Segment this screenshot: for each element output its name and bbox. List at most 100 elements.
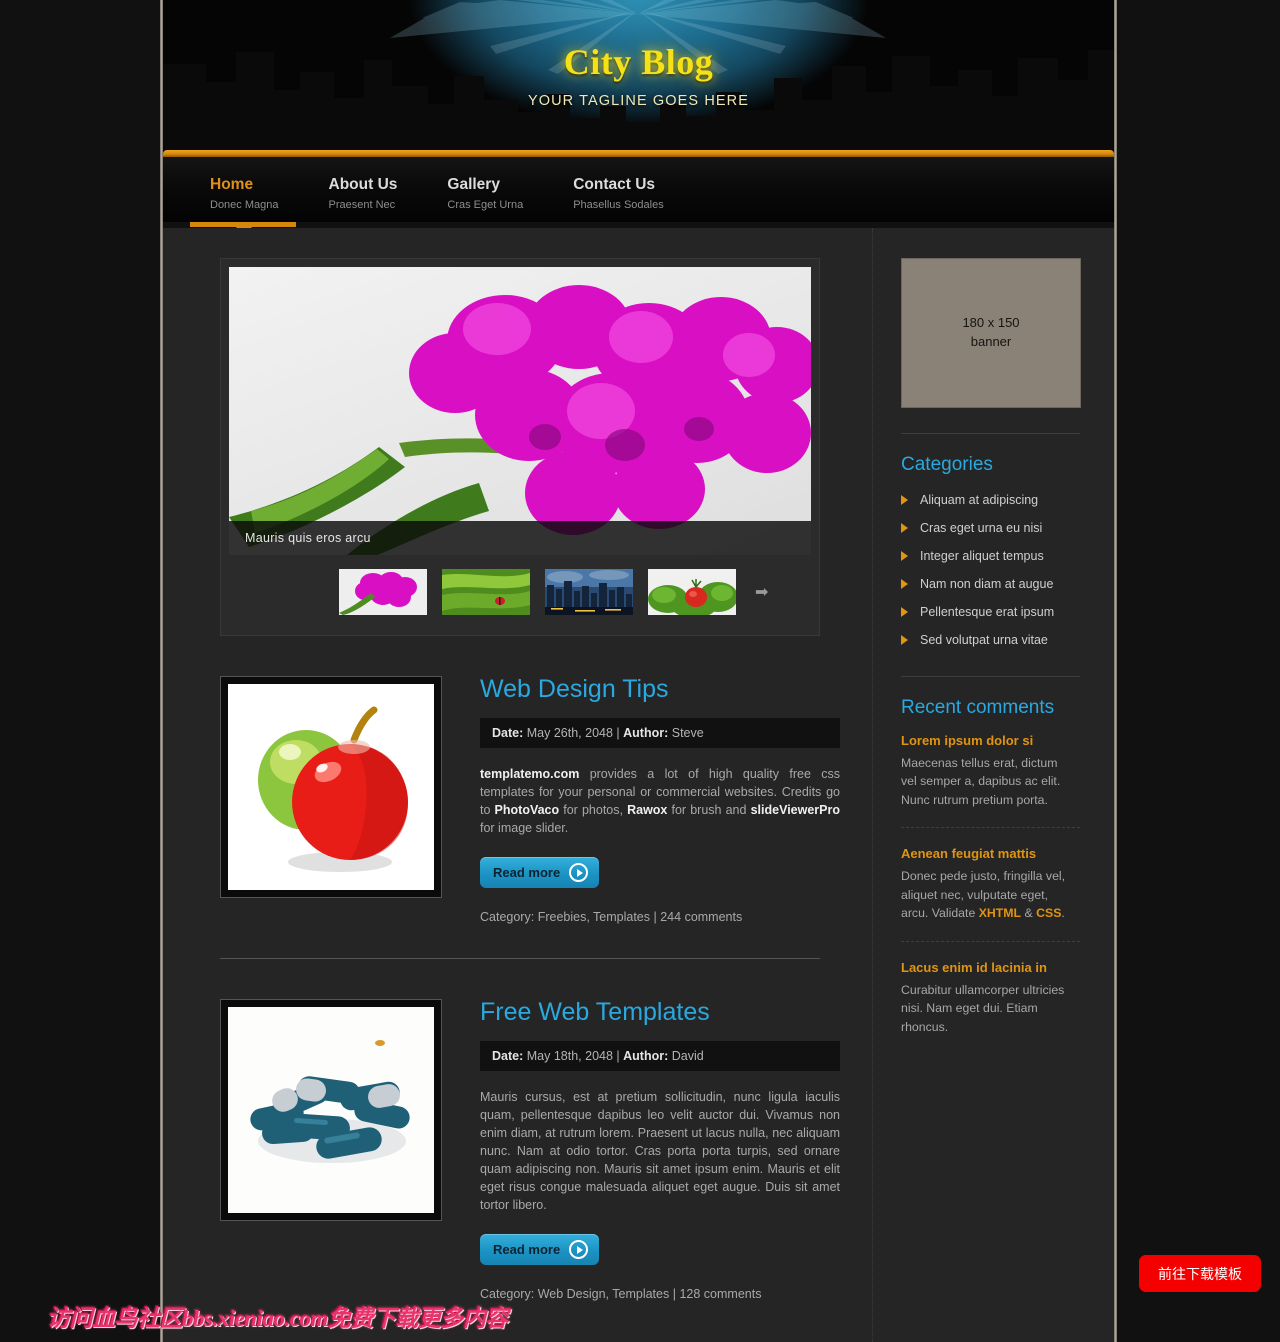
article-author-label: Author:: [623, 725, 669, 740]
article-text: templatemo.com provides a lot of high qu…: [480, 765, 840, 838]
watermark-overlay: 访问血鸟社区bbs.xieniao.com免费下载更多内容: [47, 1306, 508, 1331]
main-navigation: Home Donec Magna About Us Praesent Nec G…: [163, 150, 1114, 236]
nav-item-title: Contact Us: [573, 176, 656, 193]
category-label: Cras eget urna eu nisi: [920, 521, 1043, 535]
play-circle-icon: [569, 1240, 589, 1260]
comment-text-fragment: &: [1021, 906, 1037, 921]
nav-item-title: Gallery: [447, 176, 500, 193]
recent-comment-item: Lacus enim id lacinia in Curabitur ullam…: [901, 958, 1082, 1036]
read-more-button[interactable]: Read more: [480, 1234, 600, 1266]
link-templatemo[interactable]: templatemo.com: [480, 767, 579, 781]
triangle-bullet-icon: [901, 551, 908, 561]
article-thumbnail-frame[interactable]: [220, 676, 442, 898]
comment-title[interactable]: Lorem ipsum dolor si: [901, 733, 1082, 748]
comment-text: Donec pede justo, fringilla vel, aliquet…: [901, 867, 1071, 922]
slider-thumb-ladybug-leaf[interactable]: [442, 569, 530, 615]
category-item[interactable]: Pellentesque erat ipsum: [901, 598, 1082, 626]
comment-separator: [901, 827, 1080, 829]
comment-separator: [901, 940, 1080, 942]
nav-item-gallery[interactable]: Gallery Cras Eget Urna: [447, 176, 545, 211]
slider-next-arrow-icon[interactable]: ➡: [755, 582, 768, 602]
read-more-label: Read more: [493, 1242, 561, 1258]
comment-title[interactable]: Aenean feugiat mattis: [901, 846, 1082, 861]
article-text-fragment: for brush and: [667, 802, 751, 817]
article-thumbnail-frame[interactable]: [220, 999, 442, 1221]
article-body: Web Design Tips Date: May 26th, 2048 | A…: [442, 675, 840, 924]
meta-separator: |: [616, 1048, 620, 1063]
banner-type-label: banner: [970, 334, 1012, 349]
link-photovaco[interactable]: PhotoVaco: [495, 803, 560, 817]
nav-item-subtitle: Cras Eget Urna: [447, 199, 524, 212]
category-item[interactable]: Integer aliquet tempus: [901, 542, 1082, 570]
slider-thumb-tomato-salad[interactable]: [648, 569, 736, 615]
nav-item-title: Home: [210, 176, 254, 193]
article-body: Free Web Templates Date: May 18th, 2048 …: [442, 998, 840, 1301]
article-title[interactable]: Web Design Tips: [480, 675, 840, 704]
image-slider: Mauris quis eros arcu ➡: [220, 258, 820, 636]
category-label: Sed volutpat urna vitae: [920, 633, 1048, 647]
category-label: Nam non diam at augue: [920, 577, 1054, 591]
comment-text: Maecenas tellus erat, dictum vel semper …: [901, 756, 1061, 807]
link-xhtml[interactable]: XHTML: [979, 906, 1021, 920]
nav-item-about-us[interactable]: About Us Praesent Nec: [329, 176, 420, 211]
category-values[interactable]: Freebies, Templates: [538, 910, 650, 924]
nav-item-contact-us[interactable]: Contact Us Phasellus Sodales: [573, 176, 686, 211]
triangle-bullet-icon: [901, 495, 908, 505]
comment-title[interactable]: Lacus enim id lacinia in: [901, 960, 1082, 975]
article-title[interactable]: Free Web Templates: [480, 998, 840, 1027]
page-right-border: [1114, 0, 1117, 1342]
article-category-line: Category: Web Design, Templates | 128 co…: [480, 1287, 840, 1301]
article-category-line: Category: Freebies, Templates | 244 comm…: [480, 910, 840, 924]
categories-heading: Categories: [901, 454, 993, 475]
comment-count[interactable]: 244 comments: [660, 910, 742, 924]
category-item[interactable]: Sed volutpat urna vitae: [901, 626, 1082, 654]
article-web-design-tips: Web Design Tips Date: May 26th, 2048 | A…: [220, 636, 840, 924]
recent-comment-item: Aenean feugiat mattis Donec pede justo, …: [901, 844, 1082, 922]
article-meta: Date: May 18th, 2048 | Author: David: [480, 1040, 840, 1071]
banner-placeholder[interactable]: 180 x 150 banner: [901, 258, 1081, 408]
article-text-fragment: for photos,: [559, 802, 628, 817]
sidebar-column: 180 x 150 banner Categories Aliquam at a…: [873, 228, 1114, 1036]
article-text-fragment: for image slider.: [480, 820, 569, 835]
orchid-flowers-photo: [229, 285, 811, 555]
nav-item-home[interactable]: Home Donec Magna: [210, 176, 301, 211]
category-item[interactable]: Cras eget urna eu nisi: [901, 514, 1082, 542]
meta-separator: |: [616, 725, 620, 740]
site-header: City Blog YOUR TAGLINE GOES HERE: [160, 0, 1117, 152]
nav-top-accent-bar: [163, 150, 1114, 157]
category-values[interactable]: Web Design, Templates: [538, 1287, 670, 1301]
page-root: City Blog YOUR TAGLINE GOES HERE Home Do…: [0, 0, 1280, 1342]
category-label: Aliquam at adipiscing: [920, 493, 1039, 507]
comment-text: Curabitur ullamcorper ultricies nisi. Na…: [901, 982, 1065, 1034]
slider-stage[interactable]: Mauris quis eros arcu: [229, 267, 811, 555]
site-tagline: YOUR TAGLINE GOES HERE: [527, 93, 750, 109]
download-template-button[interactable]: 前往下载模板: [1139, 1255, 1261, 1292]
article-meta: Date: May 26th, 2048 | Author: Steve: [480, 717, 840, 748]
article-text: Mauris cursus, est at pretium sollicitud…: [480, 1089, 840, 1213]
category-label: Pellentesque erat ipsum: [920, 605, 1055, 619]
category-label: Category:: [480, 910, 535, 924]
slider-thumb-orchid[interactable]: [339, 569, 427, 615]
link-rawox[interactable]: Rawox: [627, 803, 667, 817]
main-content-column: Mauris quis eros arcu ➡ Web Design Tips …: [163, 228, 872, 1301]
read-more-label: Read more: [493, 865, 561, 880]
blue-capsules-photo: [228, 1007, 434, 1213]
article-free-web-templates: Free Web Templates Date: May 18th, 2048 …: [220, 959, 840, 1301]
article-date: May 18th, 2048: [526, 1048, 613, 1063]
nav-item-subtitle: Praesent Nec: [328, 199, 396, 212]
link-css[interactable]: CSS: [1036, 906, 1061, 920]
triangle-bullet-icon: [901, 523, 908, 533]
link-slideviewerpro[interactable]: slideViewerPro: [751, 803, 840, 817]
category-item[interactable]: Nam non diam at augue: [901, 570, 1082, 598]
slider-thumbnails: ➡: [229, 555, 811, 627]
triangle-bullet-icon: [901, 635, 908, 645]
meta-separator: |: [653, 910, 657, 924]
comment-count[interactable]: 128 comments: [679, 1287, 761, 1301]
triangle-bullet-icon: [901, 607, 908, 617]
nav-items-container: Home Donec Magna About Us Praesent Nec G…: [163, 157, 1114, 222]
nav-item-title: About Us: [328, 176, 398, 193]
read-more-button[interactable]: Read more: [480, 857, 600, 888]
category-item[interactable]: Aliquam at adipiscing: [901, 486, 1082, 514]
slider-thumb-city-skyline[interactable]: [545, 569, 633, 615]
article-author: Steve: [671, 725, 704, 740]
